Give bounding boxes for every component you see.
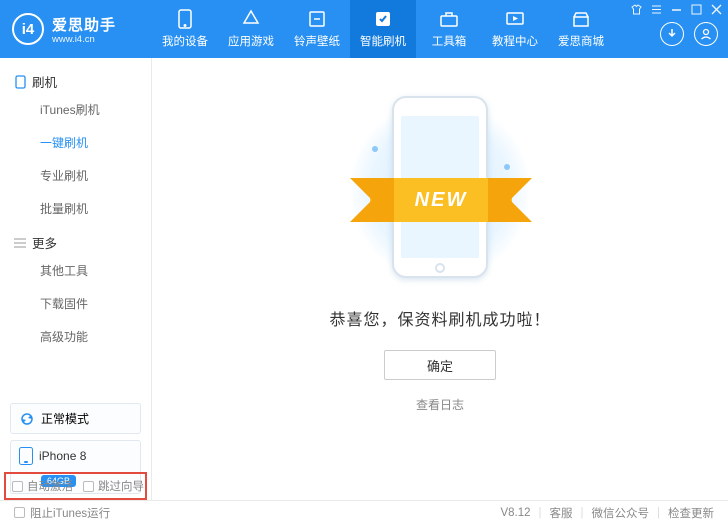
- mode-label: 正常模式: [41, 410, 89, 427]
- success-illustration: NEW: [320, 96, 560, 286]
- title-bar: i4 爱思助手 www.i4.cn 我的设备 应用游戏 铃声壁纸 智能刷机 工具…: [0, 0, 728, 58]
- sidebar-section-more: 更多: [0, 225, 151, 254]
- nav-label: 智能刷机: [360, 33, 406, 49]
- auto-activate-option[interactable]: 自动激活: [12, 478, 73, 494]
- nav-flash[interactable]: 智能刷机: [350, 0, 416, 58]
- sidebar-item-download-fw[interactable]: 下载固件: [0, 287, 151, 320]
- nav-label: 应用游戏: [228, 33, 274, 49]
- brand-title: 爱思助手: [52, 14, 116, 35]
- device-name: iPhone 8: [39, 449, 86, 463]
- sync-icon: [19, 411, 35, 427]
- nav-toolbox[interactable]: 工具箱: [416, 0, 482, 58]
- nav-label: 我的设备: [162, 33, 208, 49]
- note-icon: [307, 9, 327, 29]
- logo-icon: i4: [12, 13, 44, 45]
- nav-apps[interactable]: 应用游戏: [218, 0, 284, 58]
- checkbox-icon[interactable]: [14, 507, 25, 518]
- nav-label: 爱思商城: [558, 33, 604, 49]
- sidebar-item-itunes[interactable]: iTunes刷机: [0, 93, 151, 126]
- success-message: 恭喜您，保资料刷机成功啦！: [329, 306, 550, 330]
- section-title: 刷机: [32, 72, 57, 91]
- checkbox-label: 跳过向导: [98, 478, 144, 494]
- maximize-icon[interactable]: [691, 4, 702, 15]
- skip-guide-option[interactable]: 跳过向导: [83, 478, 144, 494]
- version-label: V8.12: [500, 507, 530, 519]
- top-nav: 我的设备 应用游戏 铃声壁纸 智能刷机 工具箱 教程中心 爱思商城: [152, 0, 614, 58]
- section-title: 更多: [32, 233, 57, 252]
- options-highlight-frame: 自动激活 跳过向导: [4, 472, 147, 500]
- checkbox-icon[interactable]: [83, 481, 94, 492]
- more-icon: [14, 237, 26, 249]
- apps-icon: [241, 9, 261, 29]
- store-icon: [571, 9, 591, 29]
- toolbox-icon: [439, 9, 459, 29]
- sidebar: 刷机 iTunes刷机 一键刷机 专业刷机 批量刷机 更多 其他工具 下载固件 …: [0, 58, 152, 500]
- check-update-link[interactable]: 检查更新: [668, 505, 714, 521]
- mode-indicator[interactable]: 正常模式: [10, 403, 141, 434]
- sidebar-item-oneclick[interactable]: 一键刷机: [0, 126, 151, 159]
- brand-subtitle: www.i4.cn: [52, 34, 116, 45]
- skin-icon[interactable]: [631, 4, 642, 15]
- flash-icon: [373, 9, 393, 29]
- sidebar-item-advanced[interactable]: 高级功能: [0, 320, 151, 353]
- nav-store[interactable]: 爱思商城: [548, 0, 614, 58]
- phone-icon: [175, 9, 195, 29]
- phone-icon: [19, 447, 33, 465]
- wechat-link[interactable]: 微信公众号: [592, 505, 650, 521]
- support-link[interactable]: 客服: [550, 505, 573, 521]
- checkbox-label: 自动激活: [27, 478, 73, 494]
- minimize-icon[interactable]: [671, 4, 682, 15]
- nav-my-device[interactable]: 我的设备: [152, 0, 218, 58]
- nav-label: 工具箱: [432, 33, 467, 49]
- sidebar-item-othertools[interactable]: 其他工具: [0, 254, 151, 287]
- brand-block: i4 爱思助手 www.i4.cn: [0, 13, 152, 45]
- new-ribbon-icon: NEW: [370, 178, 512, 222]
- close-icon[interactable]: [711, 4, 722, 15]
- nav-tutorial[interactable]: 教程中心: [482, 0, 548, 58]
- main-panel: NEW 恭喜您，保资料刷机成功啦！ 确定 查看日志: [152, 58, 728, 500]
- sidebar-section-flash: 刷机: [0, 64, 151, 93]
- download-icon[interactable]: [660, 22, 684, 46]
- sidebar-item-batch[interactable]: 批量刷机: [0, 192, 151, 225]
- menu-icon[interactable]: [651, 4, 662, 15]
- sidebar-item-pro[interactable]: 专业刷机: [0, 159, 151, 192]
- status-bar: 阻止iTunes运行 V8.12 | 客服 | 微信公众号 | 检查更新: [0, 500, 728, 524]
- prevent-itunes-label[interactable]: 阻止iTunes运行: [30, 505, 110, 521]
- user-icon[interactable]: [694, 22, 718, 46]
- nav-ringtone[interactable]: 铃声壁纸: [284, 0, 350, 58]
- tutorial-icon: [505, 9, 525, 29]
- view-log-link[interactable]: 查看日志: [416, 396, 464, 413]
- nav-label: 铃声壁纸: [294, 33, 340, 49]
- nav-label: 教程中心: [492, 33, 538, 49]
- checkbox-icon[interactable]: [12, 481, 23, 492]
- device-icon: [14, 76, 26, 88]
- ok-button[interactable]: 确定: [384, 350, 496, 380]
